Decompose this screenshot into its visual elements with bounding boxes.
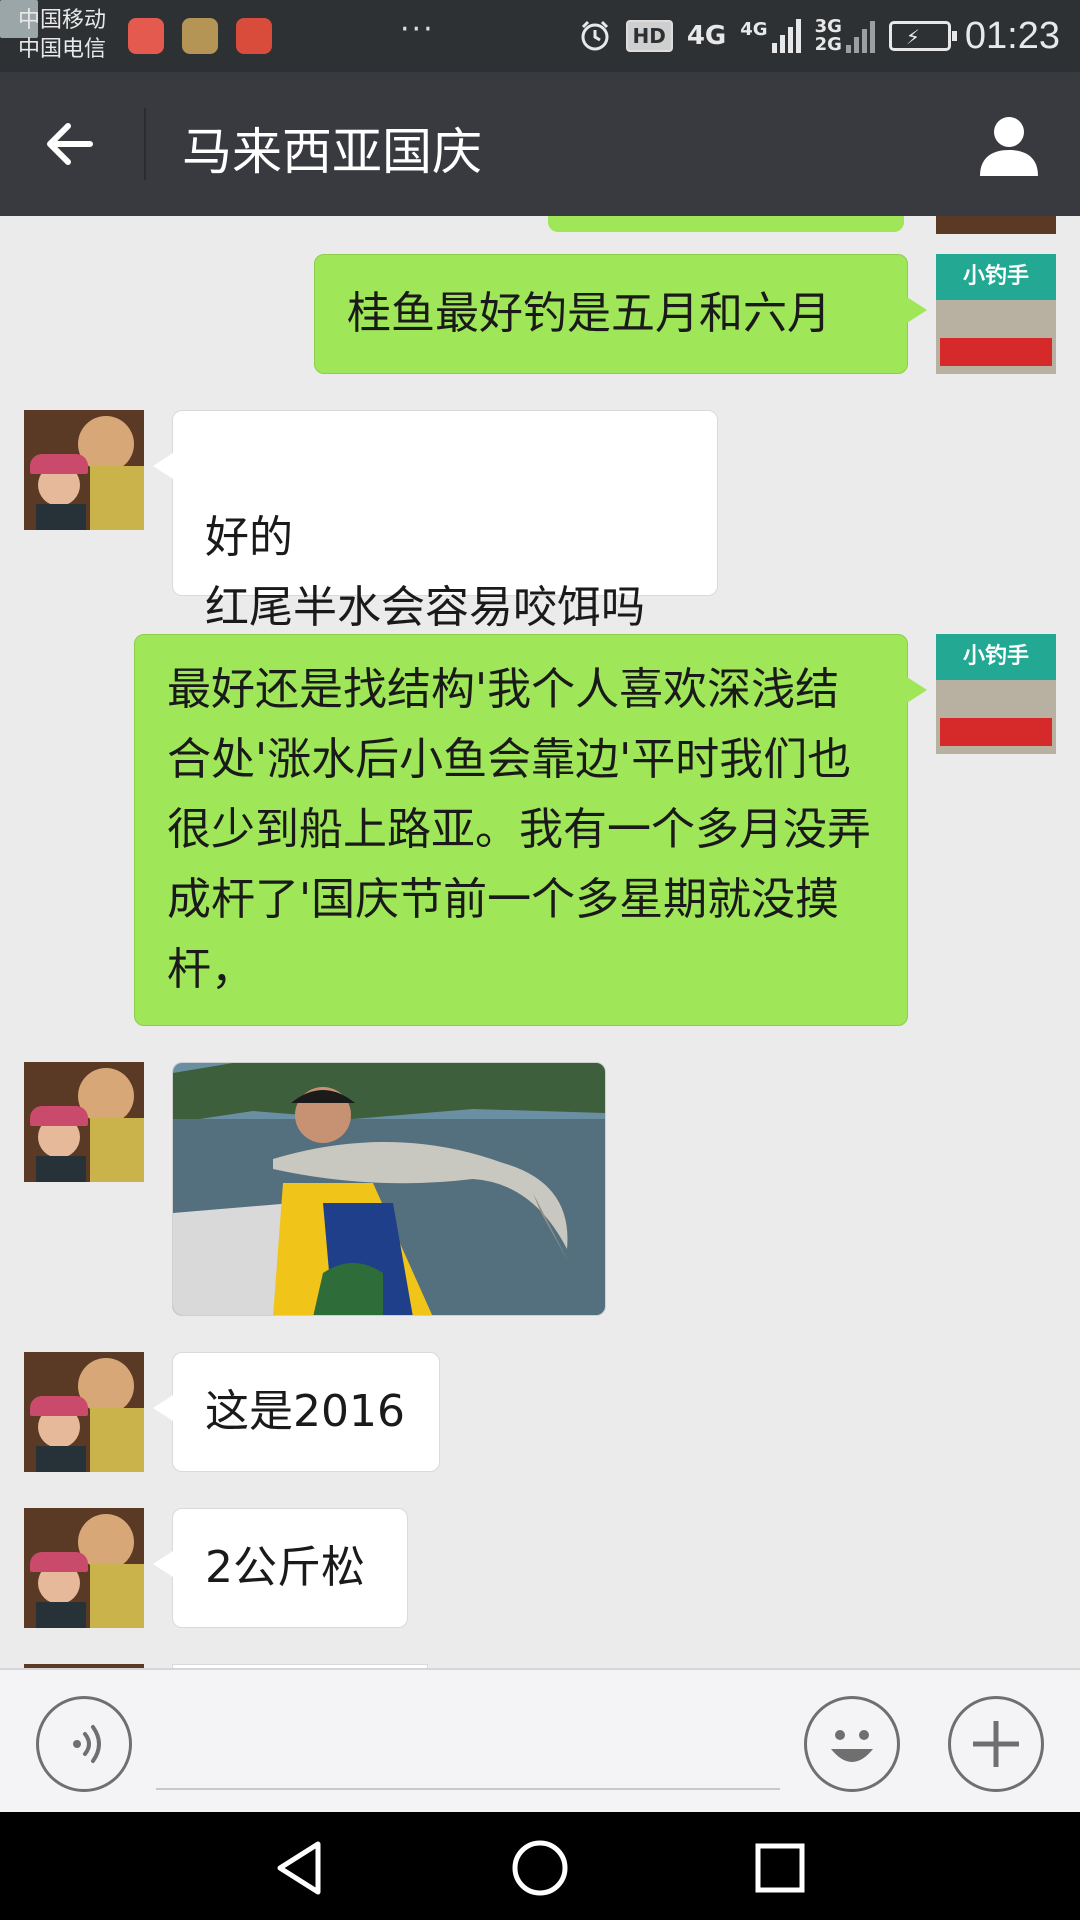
emoji-icon: [831, 1730, 873, 1762]
signal-bars-2: [845, 19, 875, 53]
previous-avatar: [936, 216, 1056, 234]
signal-1: 4G: [740, 19, 801, 53]
avatar-hat: [30, 454, 88, 474]
message-text: 这是2016: [205, 1386, 405, 1437]
message-bubble-received[interactable]: 2公斤松: [153, 1508, 408, 1628]
avatar-child-body: [36, 1446, 86, 1472]
message-bubble-sent[interactable]: 最好还是找结构'我个人喜欢深浅结合处'涨水后小鱼会靠边'平时我们也很少到船上路亚…: [134, 634, 927, 1026]
mail-app-icon: [128, 18, 164, 54]
avatar-hat: [30, 1552, 88, 1572]
avatar-shop-sign: 小钓手: [936, 254, 1056, 300]
avatar-child-body: [36, 504, 86, 530]
clock: 01:23: [964, 14, 1060, 57]
avatar-people: [940, 718, 1052, 746]
fishing-photo: [173, 1063, 605, 1315]
network-2g: 2G: [814, 34, 842, 55]
message-text: 好的 红尾半水会容易咬饵吗: [205, 512, 645, 633]
avatar-hat: [30, 1396, 88, 1416]
chat-area[interactable]: 桂鱼最好钓是五月和六月 小钓手 好的 红尾半水会容易咬饵吗 最好还是找结构'我个…: [0, 216, 1080, 1668]
nav-recent-icon[interactable]: [750, 1838, 810, 1898]
message-text: 2公斤松: [205, 1542, 365, 1593]
plus-icon: [973, 1721, 1019, 1767]
nav-back-icon[interactable]: [270, 1838, 330, 1898]
title-bar: 马来西亚国庆: [0, 72, 1080, 216]
image-message[interactable]: [172, 1062, 606, 1316]
status-bar: 中国移动 中国电信 ··· HD 4G 4G 3G 2G ⚡ 01:23: [0, 0, 1080, 72]
avatar-shirt: [90, 1118, 144, 1182]
signal-bars-1: [771, 19, 801, 53]
voice-button[interactable]: [36, 1696, 132, 1792]
signal-2: 3G 2G: [815, 18, 875, 54]
avatar-hat: [30, 1106, 88, 1126]
battery-charging-icon: ⚡: [888, 21, 957, 51]
plus-button[interactable]: [948, 1696, 1044, 1792]
message-text: 桂鱼最好钓是五月和六月: [347, 288, 831, 339]
health-app-icon: [182, 18, 218, 54]
input-bar: [0, 1668, 1080, 1812]
voice-icon: [73, 1725, 101, 1763]
message-bubble-received[interactable]: 好的 红尾半水会容易咬饵吗: [153, 410, 718, 633]
carrier-names: 中国移动 中国电信: [18, 6, 106, 64]
avatar-shirt: [90, 1408, 144, 1472]
cow-app-icon: [236, 18, 272, 54]
chat-title: 马来西亚国庆: [182, 123, 482, 181]
previous-message-bubble: [548, 216, 904, 232]
contact-avatar[interactable]: [24, 1062, 144, 1182]
hd-badge: HD: [625, 20, 673, 52]
my-avatar[interactable]: 小钓手: [936, 254, 1056, 374]
network-3g-2g: 3G 2G: [815, 18, 842, 54]
contact-avatar[interactable]: [24, 1508, 144, 1628]
emoji-button[interactable]: [804, 1696, 900, 1792]
title-divider: [144, 108, 146, 180]
navigation-bar: [0, 1812, 1080, 1920]
avatar-people: [940, 338, 1052, 366]
my-avatar[interactable]: 小钓手: [936, 634, 1056, 754]
avatar-child-body: [36, 1602, 86, 1628]
network-4g-1: 4G: [686, 21, 727, 51]
message-bubble-sent[interactable]: 桂鱼最好钓是五月和六月: [314, 254, 927, 374]
message-text: 最好还是找结构'我个人喜欢深浅结合处'涨水后小鱼会靠边'平时我们也很少到船上路亚…: [167, 664, 871, 995]
carrier-1: 中国移动: [18, 8, 107, 33]
avatar-shirt: [90, 466, 144, 530]
network-4g-2: 4G: [740, 19, 768, 40]
avatar-shirt: [90, 1564, 144, 1628]
person-icon[interactable]: [976, 112, 1042, 178]
avatar-child-body: [36, 1156, 86, 1182]
status-indicators: HD 4G 4G 3G 2G ⚡ 01:23: [578, 0, 1060, 72]
contact-avatar[interactable]: [24, 1352, 144, 1472]
carrier-2: 中国电信: [18, 37, 107, 62]
contact-avatar[interactable]: [24, 410, 144, 530]
message-input[interactable]: [156, 1788, 780, 1790]
more-notifications-icon: ···: [400, 12, 435, 47]
nav-home-icon[interactable]: [510, 1838, 570, 1898]
avatar-shop-sign: 小钓手: [936, 634, 1056, 680]
message-bubble-received[interactable]: 这是2016: [153, 1352, 440, 1472]
alarm-icon: [581, 20, 608, 51]
back-arrow-icon[interactable]: [40, 114, 100, 174]
